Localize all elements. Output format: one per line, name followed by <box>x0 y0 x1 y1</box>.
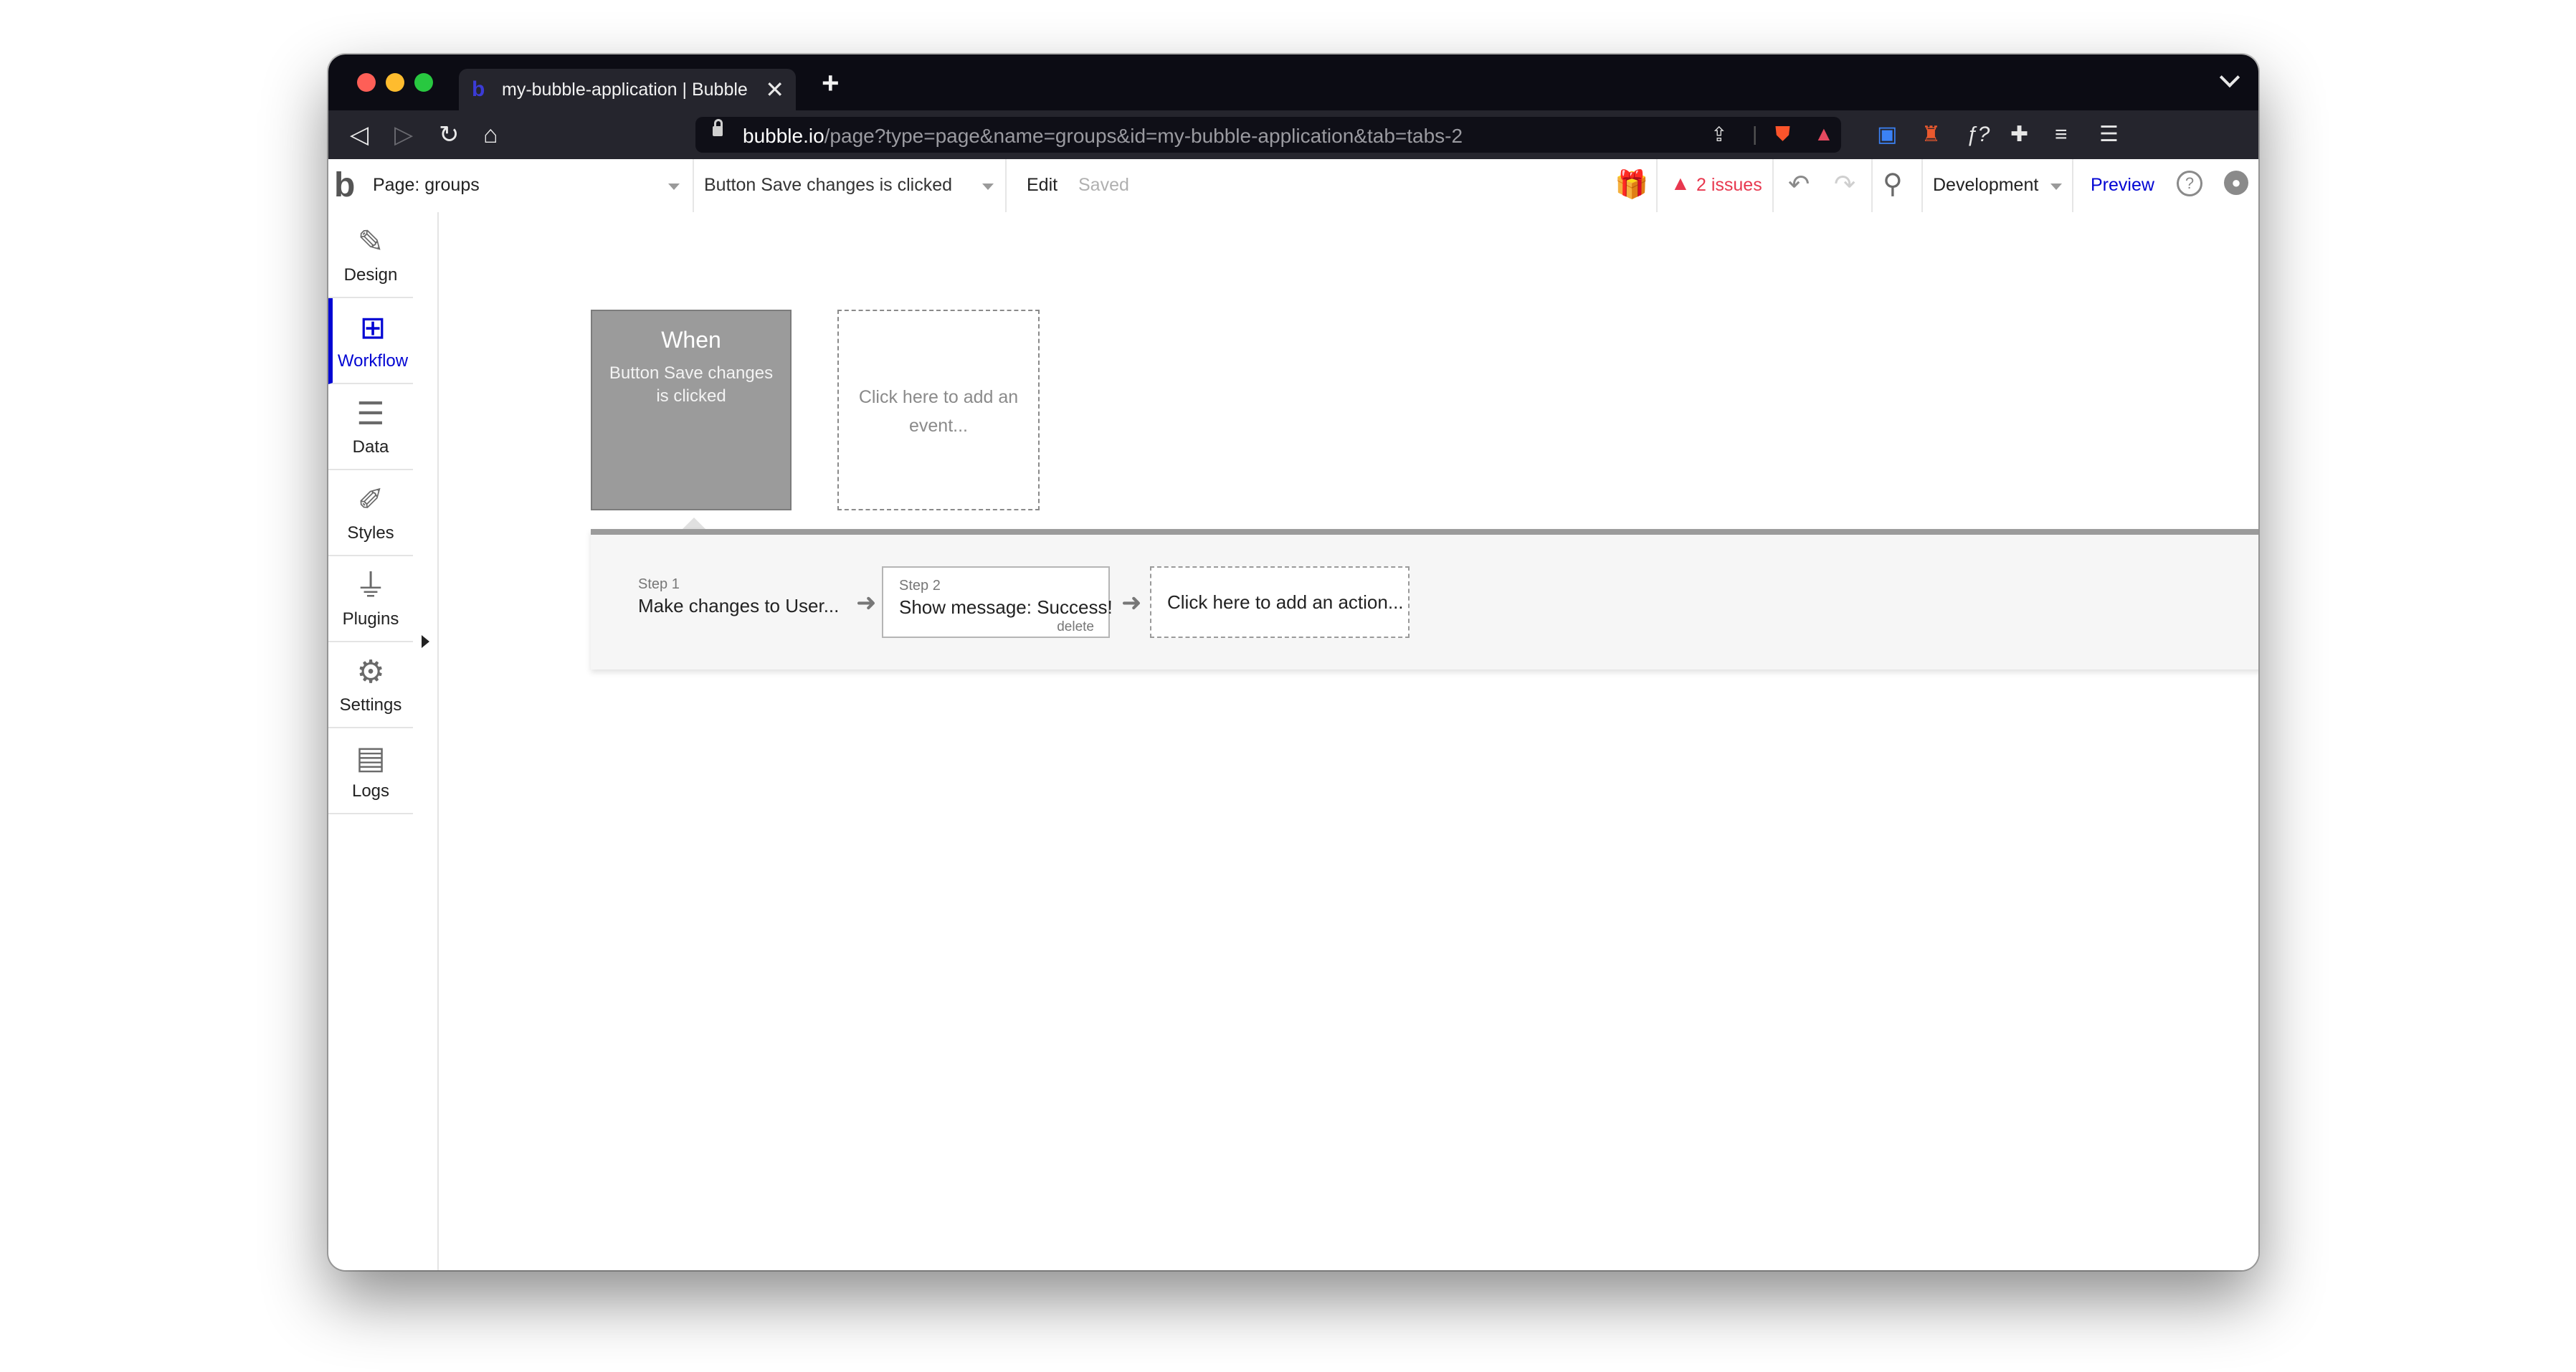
brave-rewards-icon[interactable]: ▲ <box>1814 123 1834 146</box>
sidebar-item-label: Logs <box>351 781 390 801</box>
issues-link[interactable]: 2 issues <box>1696 175 1762 196</box>
header-divider <box>1772 159 1774 212</box>
header-divider <box>1921 159 1923 212</box>
sidebar-item-label: Data <box>352 437 389 457</box>
url-text[interactable]: bubble.io/page?type=page&name=groups&id=… <box>743 125 1463 148</box>
workflow-icon: ⊞ <box>359 310 386 346</box>
help-icon[interactable]: ? <box>2177 171 2202 196</box>
sidebar-item-settings[interactable]: ⚙ Settings <box>328 642 413 728</box>
event-pointer <box>683 518 705 529</box>
event-name: Button Save changes is clicked <box>609 363 774 406</box>
plug-icon: ⏚ <box>355 568 386 604</box>
minimize-window-button[interactable] <box>386 73 404 92</box>
menu-icon[interactable]: ☰ <box>2099 122 2119 148</box>
tab-strip: b my-bubble-application | Bubble ✕ + <box>328 54 2258 110</box>
maximize-window-button[interactable] <box>414 73 433 92</box>
header-divider <box>693 159 694 212</box>
arrow-right-icon: ➜ <box>856 589 877 616</box>
event-card[interactable]: When Button Save changes is clicked <box>591 310 792 510</box>
back-button[interactable]: ◁ <box>350 120 369 149</box>
close-window-button[interactable] <box>357 73 376 92</box>
design-icon: ✎ <box>357 224 384 259</box>
sidebar-item-plugins[interactable]: ⏚ Plugins <box>328 556 413 642</box>
saved-status: Saved <box>1078 175 1129 195</box>
playlist-icon[interactable]: ≡ <box>2055 122 2068 148</box>
forward-button[interactable]: ▷ <box>394 120 413 149</box>
header-divider <box>1656 159 1658 212</box>
brush-icon: ✐ <box>357 482 384 518</box>
step-name: Make changes to User... <box>638 595 840 616</box>
sidebar-item-label: Workflow <box>337 351 409 371</box>
arrow-right-icon: ➜ <box>1121 589 1142 616</box>
delete-step-link[interactable]: delete <box>1057 619 1094 635</box>
page-dropdown-chevron-icon[interactable] <box>668 184 680 190</box>
share-icon[interactable]: ⇪ <box>1711 123 1727 146</box>
sidebar-item-label: Settings <box>339 695 402 715</box>
header-divider <box>2072 159 2073 212</box>
brave-shield-icon[interactable]: ⛊ <box>1775 123 1790 146</box>
step-card-2[interactable]: Step 2 Show message: Success! delete <box>882 566 1113 638</box>
lock-icon <box>713 119 723 136</box>
document-icon: ▤ <box>356 740 386 776</box>
browser-toolbar: ◁ ▷ ↻ ⌂ bubble.io/page?type=page&name=gr… <box>328 110 2258 159</box>
tab-title: my-bubble-application | Bubble <box>502 80 748 100</box>
account-icon[interactable]: ● <box>2224 171 2248 195</box>
tab-list-chevron-icon[interactable] <box>2219 67 2240 88</box>
gift-icon[interactable]: 🎁 <box>1615 169 1648 201</box>
undo-icon[interactable]: ↶ <box>1788 169 1810 199</box>
new-tab-button[interactable]: + <box>822 66 840 100</box>
expand-panel-arrow-icon[interactable] <box>422 635 429 648</box>
database-icon: ☰ <box>356 396 385 432</box>
extension-icon[interactable]: ♜ <box>1921 122 1941 148</box>
browser-tab[interactable]: b my-bubble-application | Bubble ✕ <box>459 69 796 110</box>
toolbar-divider: | <box>1752 123 1758 145</box>
puzzle-icon[interactable]: ✚ <box>2010 122 2028 148</box>
editor-header: b Page: groups Button Save changes is cl… <box>328 159 2258 214</box>
event-dropdown-chevron-icon[interactable] <box>982 184 994 190</box>
gear-icon: ⚙ <box>356 654 385 690</box>
environment-chevron-icon[interactable] <box>2050 184 2062 190</box>
edit-menu[interactable]: Edit <box>1027 175 1058 196</box>
search-icon[interactable]: ⚲ <box>1883 168 1903 200</box>
bubble-favicon-icon: b <box>472 77 485 101</box>
sidebar-item-label: Plugins <box>342 609 399 629</box>
bubble-logo-icon[interactable]: b <box>334 168 355 204</box>
header-divider <box>1005 159 1007 212</box>
formula-icon[interactable]: ƒ? <box>1966 122 1990 148</box>
add-action-placeholder[interactable]: Click here to add an action... <box>1150 566 1410 638</box>
sidebar-item-design[interactable]: ✎ Design <box>328 212 413 298</box>
browser-window: b my-bubble-application | Bubble ✕ + ◁ ▷… <box>328 54 2258 1270</box>
address-bar[interactable]: bubble.io/page?type=page&name=groups&id=… <box>695 117 1841 153</box>
editor-sidebar: ✎ Design ⊞ Workflow ☰ Data ✐ Styles ⏚ Pl… <box>328 212 416 867</box>
header-divider <box>1871 159 1873 212</box>
sidebar-item-label: Styles <box>347 523 394 543</box>
bitwarden-icon[interactable]: ▣ <box>1877 122 1897 148</box>
add-event-label: Click here to add an event... <box>858 387 1019 436</box>
reload-button[interactable]: ↻ <box>439 120 460 149</box>
sidebar-item-logs[interactable]: ▤ Logs <box>328 728 413 814</box>
sidebar-item-label: Design <box>343 265 398 285</box>
panel-collapse-strip <box>414 212 439 1270</box>
step-number: Step 1 <box>638 576 680 592</box>
step-number: Step 2 <box>899 578 941 594</box>
step-name: Show message: Success! <box>899 596 1113 618</box>
sidebar-item-styles[interactable]: ✐ Styles <box>328 470 413 556</box>
tab-close-icon[interactable]: ✕ <box>765 76 784 103</box>
redo-icon[interactable]: ↷ <box>1834 169 1855 199</box>
add-event-placeholder[interactable]: Click here to add an event... <box>837 310 1040 510</box>
warning-icon: ▲ <box>1670 172 1691 194</box>
sidebar-item-data[interactable]: ☰ Data <box>328 384 413 470</box>
sidebar-item-workflow[interactable]: ⊞ Workflow <box>328 298 413 384</box>
step-card-1[interactable]: Step 1 Make changes to User... <box>622 566 850 638</box>
workflow-canvas[interactable]: When Button Save changes is clicked Clic… <box>439 212 2258 1270</box>
page-selector[interactable]: Page: groups <box>373 175 480 196</box>
action-panel: Step 1 Make changes to User... ➜ Step 2 … <box>591 529 2258 670</box>
environment-selector[interactable]: Development <box>1933 175 2038 196</box>
preview-button[interactable]: Preview <box>2091 175 2154 196</box>
event-when-label: When <box>661 327 721 353</box>
home-button[interactable]: ⌂ <box>483 120 498 149</box>
event-selector[interactable]: Button Save changes is clicked <box>704 175 952 196</box>
